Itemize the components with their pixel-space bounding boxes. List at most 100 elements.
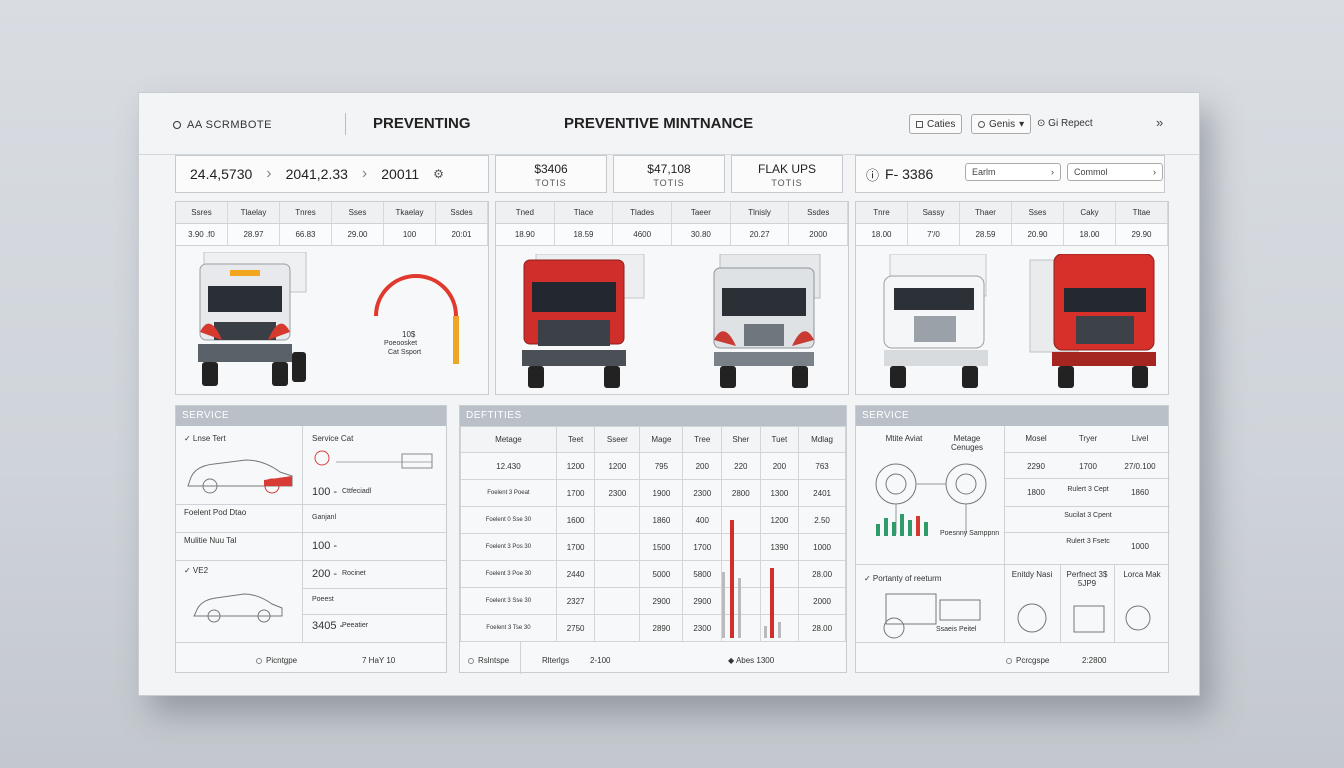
cell-value: 29.00	[332, 224, 384, 245]
col-header: Teet	[555, 426, 596, 453]
component-icons	[1017, 603, 1151, 633]
report-icon: ⊙	[1037, 118, 1049, 129]
genis-dropdown[interactable]: Genis ▾	[971, 114, 1032, 134]
col-header: Tnre	[856, 202, 908, 223]
panel-values: 18.90 18.59 4600 30.80 20.27 2000	[496, 224, 849, 246]
report-link[interactable]: ⊙ Gi Repect	[1037, 118, 1093, 129]
table-cell: 2750	[555, 614, 596, 642]
legend-dot-icon	[1006, 657, 1012, 664]
table-cell: 2300	[682, 479, 723, 507]
divider	[176, 532, 446, 533]
table-cell	[594, 587, 641, 615]
truck-panel-1: Ssres Tlaelay Tnres Sses Tkaelay Ssdes 3.90 .…	[175, 201, 489, 395]
divider	[176, 504, 446, 505]
divider	[856, 642, 1168, 643]
grid-icon	[916, 120, 923, 128]
divider	[302, 614, 448, 615]
row-title: ✓ Portanty of reeturm	[864, 574, 942, 583]
service-panel-left: SERVICE ✓ Lnse Tert Service Cat 100 - Ct…	[175, 405, 448, 673]
table-cell: 2401	[798, 479, 846, 507]
table-cell	[594, 560, 641, 588]
settings-icon[interactable]: ⚙	[433, 167, 444, 181]
stat-card-3: FLAK UPS TOTIS	[731, 155, 843, 193]
stat-value: $3406	[534, 162, 568, 176]
table-cell: 2440	[555, 560, 596, 588]
cell-value: 2000	[789, 224, 849, 245]
col-header: Sseer	[594, 426, 641, 453]
divider	[176, 642, 446, 643]
service-row-note: Poeest	[312, 596, 334, 603]
metrics-strip: 24.4,5730 › 2041,2.33 › 20011 ⚙	[175, 155, 489, 193]
filter-select-2[interactable]: Commol ›	[1067, 163, 1163, 181]
cell-value: 27/0.100	[1124, 462, 1156, 471]
col-header: Ssdes	[789, 202, 849, 223]
divider	[1004, 532, 1170, 533]
diagram-caption: Ssaeis Peitel	[936, 626, 977, 633]
footer-legend: Picntgpe	[256, 656, 297, 665]
table-row: Foelent 3 Poeat 1700 2300 1900 2300 2800 1300 2…	[460, 479, 846, 507]
table-cell: 12.430	[460, 452, 557, 480]
stat-label: TOTIS	[535, 178, 567, 188]
table-cell: 1600	[555, 506, 596, 534]
col-header: Sher	[721, 426, 761, 453]
col-header: Taeer	[672, 202, 731, 223]
service-row-value: 100 -	[312, 486, 338, 498]
section-header: DEFTITIES	[460, 406, 846, 426]
cell-value: 1700	[1079, 462, 1097, 471]
divider	[176, 560, 446, 561]
stat-label: TOTIS	[653, 178, 685, 188]
table-cell: 2327	[555, 587, 596, 615]
col-header: Livel	[1131, 434, 1149, 443]
table-cell: 5000	[639, 560, 684, 588]
brand-text: AA SCRMBOTE	[187, 119, 272, 131]
service-row-value: 200 -	[312, 568, 338, 580]
cell-value: Sucilat 3 Cpent	[1064, 512, 1112, 519]
col-header: Lorca Mak	[1123, 570, 1161, 579]
stat-card-2: $47,108 TOTIS	[613, 155, 725, 193]
table-cell: Foelent 3 Poeat	[460, 479, 557, 507]
panel-header: Tned Tlace Tlades Taeer Tlnisly Ssdes	[496, 202, 849, 224]
col-header: Tnres	[280, 202, 332, 223]
col-header: Metage	[460, 426, 557, 453]
expand-chevron-icon[interactable]: »	[1156, 115, 1163, 130]
cell-value: 18.00	[1064, 224, 1116, 245]
table-cell: 200	[759, 452, 800, 480]
truck-panel-3: Tnre Sassy Thaer Sses Caky Tltae 18.00 7'/0 28.…	[855, 201, 1169, 395]
cell-value: 28.59	[960, 224, 1012, 245]
metric-value-2: 2041,2.33	[285, 166, 348, 182]
section-title: PREVENTING	[373, 115, 471, 132]
caties-button[interactable]: Caties	[909, 114, 963, 134]
select-value: Commol	[1074, 167, 1108, 177]
maintenance-gauge: 10$ Poeoosket Cat Ssport	[368, 264, 462, 374]
info-icon: ⓘ	[866, 167, 880, 183]
table-cell: 795	[639, 452, 684, 480]
service-row-value: 3405 -	[312, 620, 344, 632]
cell-value: Rulert 3 Cept	[1067, 486, 1109, 493]
col-header: Caky	[1064, 202, 1116, 223]
metric-value-1: 24.4,5730	[190, 166, 253, 182]
gauge-sublabel: Cat Ssport	[388, 349, 422, 356]
brand-icon	[173, 121, 181, 130]
col-header: Sassy	[908, 202, 960, 223]
col-header: Mtite Aviat	[885, 434, 923, 443]
table-cell: Foelent 3 Poe 30	[460, 560, 557, 588]
col-header: Metage Cenuges	[950, 434, 984, 452]
metric-value-3: 20011	[381, 166, 420, 182]
truck-image-white	[883, 254, 988, 388]
cell-value: 100	[384, 224, 436, 245]
panel-header: Tnre Sassy Thaer Sses Caky Tltae	[856, 202, 1168, 224]
stat-label: TOTIS	[771, 178, 803, 188]
service-row-note: Cttfeciadl	[342, 488, 372, 495]
table-cell: 220	[721, 452, 761, 480]
legend-label: Pcrcgspe	[1016, 656, 1050, 665]
col-header: Tlaelay	[228, 202, 280, 223]
footer-value: 2-100	[590, 656, 611, 665]
footer-value: 7 HaY 10	[362, 656, 396, 665]
cell-value: Rulert 3 Fsetc	[1066, 538, 1110, 545]
cell-value: 20.90	[1012, 224, 1064, 245]
filter-select-1[interactable]: Earlm ›	[965, 163, 1061, 181]
table-cell: 2300	[682, 614, 723, 642]
divider	[302, 588, 448, 589]
service-row-label: Foelent Pod Dtao	[184, 508, 247, 517]
cell-value: 2290	[1027, 462, 1045, 471]
